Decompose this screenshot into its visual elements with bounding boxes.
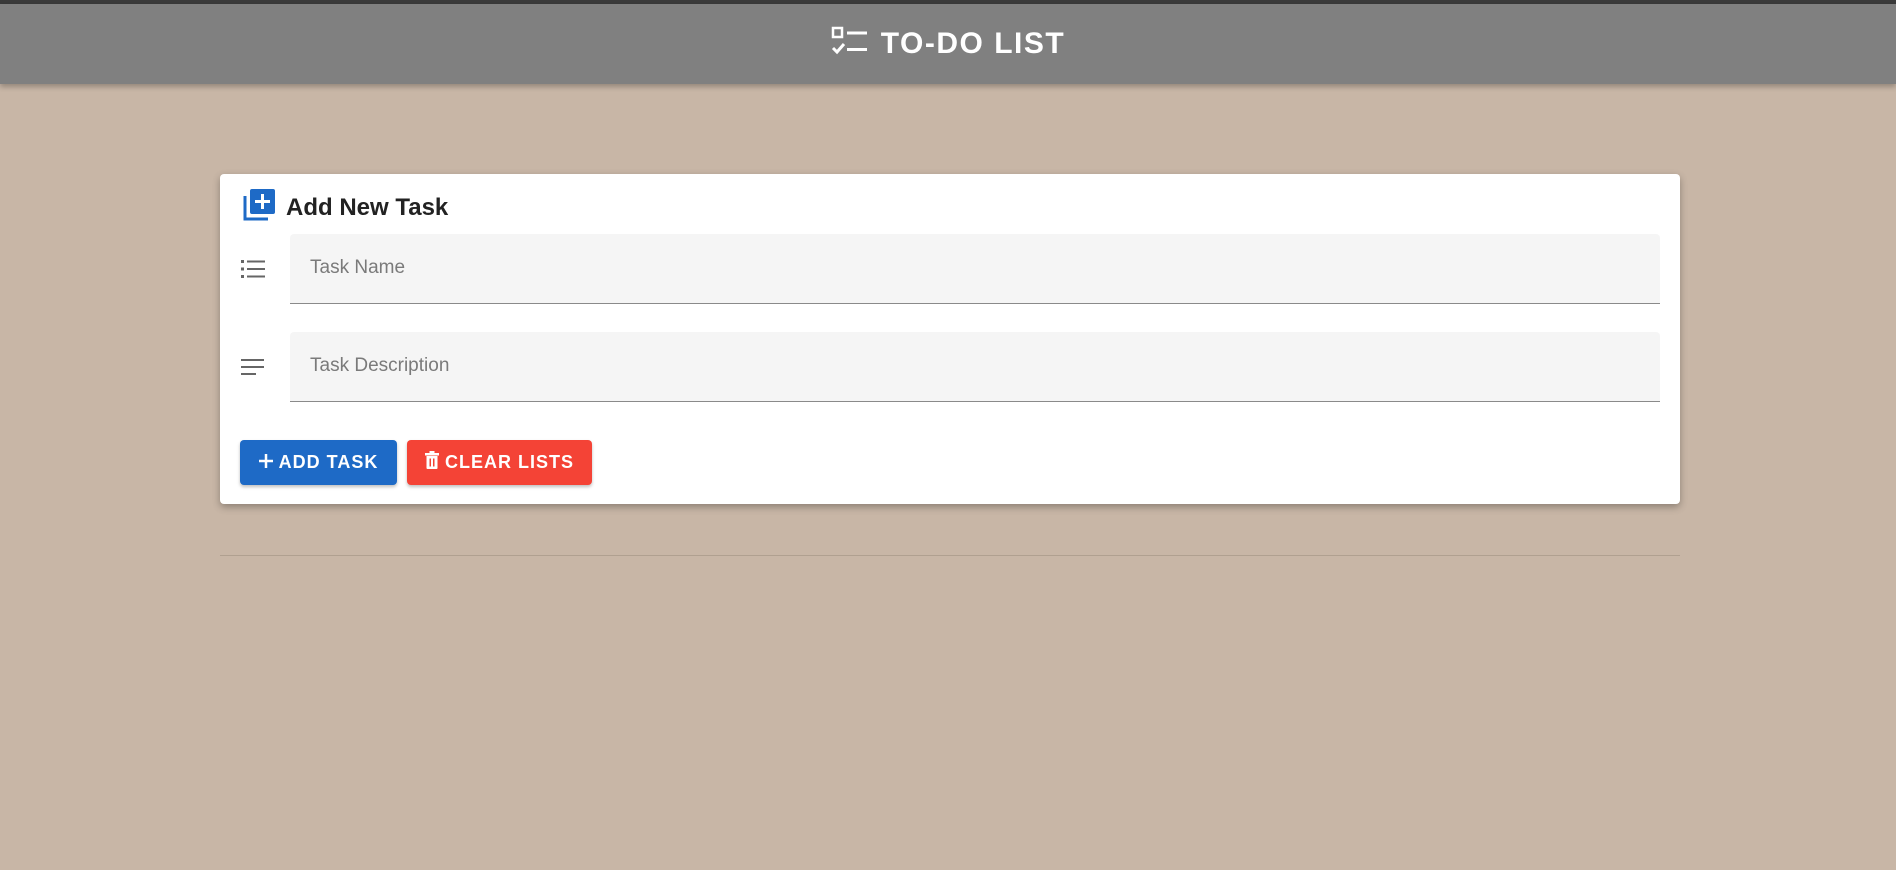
app-bar-brand: TO-DO LIST bbox=[831, 26, 1065, 63]
task-name-input[interactable] bbox=[290, 234, 1660, 302]
add-task-button[interactable]: ADD TASK bbox=[240, 440, 397, 485]
clear-lists-label: CLEAR LISTS bbox=[444, 452, 574, 472]
add-box-icon bbox=[242, 188, 276, 227]
add-task-card: Add New Task Task Name Task Description … bbox=[220, 174, 1680, 504]
task-name-field bbox=[290, 234, 1660, 304]
clear-lists-button[interactable]: CLEAR LISTS bbox=[407, 440, 592, 485]
app-title: TO-DO LIST bbox=[880, 27, 1066, 60]
task-description-field bbox=[290, 332, 1660, 402]
add-task-label: ADD TASK bbox=[278, 452, 379, 472]
trash-icon bbox=[424, 451, 439, 474]
plus-icon bbox=[258, 452, 273, 473]
task-description-input[interactable] bbox=[290, 332, 1660, 400]
notes-icon bbox=[240, 355, 266, 379]
checklist-icon bbox=[831, 26, 869, 63]
list-icon bbox=[240, 257, 266, 281]
card-title: Add New Task bbox=[286, 193, 449, 221]
task-name-row bbox=[240, 234, 1660, 304]
card-header: Add New Task bbox=[242, 188, 448, 227]
section-divider bbox=[220, 555, 1680, 556]
app-bar: TO-DO LIST bbox=[0, 4, 1896, 84]
task-description-row bbox=[240, 332, 1660, 402]
form-actions: ADD TASK CLEAR LISTS bbox=[240, 440, 592, 485]
